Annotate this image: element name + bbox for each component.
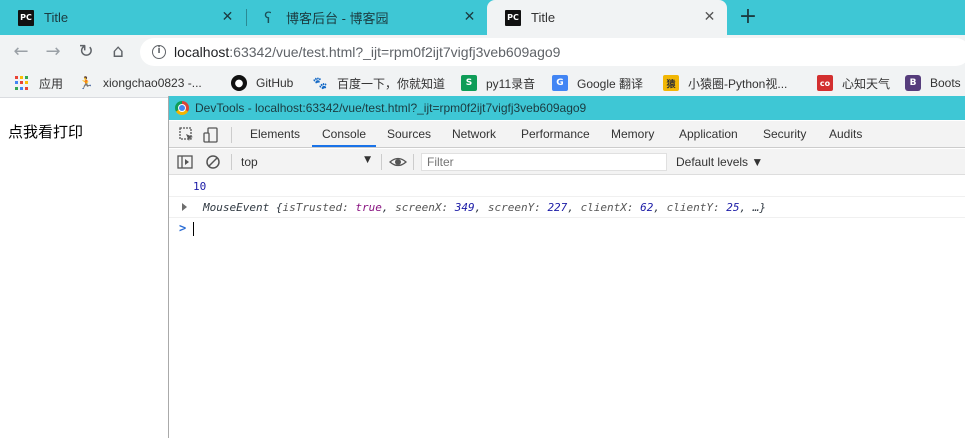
- console-filter-input[interactable]: [421, 153, 667, 171]
- page-clickable-text[interactable]: 点我看打印: [8, 121, 83, 142]
- tab-security[interactable]: Security: [763, 121, 806, 147]
- bookmark-label: 百度一下，你就知道: [337, 76, 446, 91]
- tab-console[interactable]: Console: [312, 121, 377, 147]
- toolbar-divider: [231, 127, 232, 143]
- forward-button[interactable]: →: [43, 42, 63, 62]
- bookmark-item[interactable]: ● GitHub: [231, 74, 293, 92]
- tab-title: Title: [531, 10, 556, 25]
- tab-memory[interactable]: Memory: [611, 121, 654, 147]
- prompt-chevron-icon: >: [179, 221, 187, 235]
- log-value: 10: [193, 180, 207, 193]
- device-toolbar-icon[interactable]: [203, 127, 219, 143]
- cnblogs-icon: ʕ: [264, 8, 272, 27]
- console-log-number: 10: [169, 176, 965, 197]
- bookmark-label: Boots: [930, 76, 961, 90]
- bookmark-item[interactable]: S py11录音: [461, 74, 535, 92]
- url-path: :63342/vue/test.html?_ijt=rpm0f2ijt7vigf…: [229, 44, 561, 60]
- console-toolbar: top ▼ Default levels ▼: [169, 149, 965, 175]
- toolbar-divider: [413, 154, 414, 170]
- prop-clientY: 25: [726, 201, 740, 214]
- back-button[interactable]: ←: [11, 42, 31, 62]
- live-expression-eye-icon[interactable]: [389, 154, 407, 170]
- baidu-icon: 🐾: [312, 76, 328, 90]
- log-levels-dropdown[interactable]: Default levels ▼: [676, 155, 763, 169]
- bookmark-item[interactable]: 🏃 xiongchao0823 -...: [78, 74, 202, 92]
- bookmark-item[interactable]: 🐾 百度一下，你就知道: [312, 74, 446, 92]
- inspect-element-icon[interactable]: [179, 127, 195, 143]
- devtools-titlebar: DevTools - localhost:63342/vue/test.html…: [169, 96, 965, 120]
- info-icon[interactable]: i: [152, 45, 166, 59]
- bookmark-label: GitHub: [256, 76, 294, 90]
- chevron-down-icon: ▼: [364, 155, 371, 165]
- close-tab-icon[interactable]: ✕: [220, 10, 235, 25]
- tab-application[interactable]: Application: [679, 121, 738, 147]
- prop-screenX: 349: [454, 201, 475, 214]
- prop-isTrusted: true: [355, 201, 382, 214]
- bookmark-apps[interactable]: 应用: [14, 74, 63, 92]
- devtools-tabbar: Elements Console Sources Network Perform…: [169, 121, 965, 148]
- bookmark-label: Google 翻译: [577, 76, 644, 91]
- close-tab-icon[interactable]: ✕: [462, 10, 477, 25]
- url-text[interactable]: localhost:63342/vue/test.html?_ijt=rpm0f…: [174, 44, 560, 60]
- browser-toolbar: ← → ↻ ⌂ i localhost:63342/vue/test.html?…: [0, 35, 965, 69]
- bookmark-label: 小猿圈-Python视...: [688, 76, 788, 91]
- object-preview[interactable]: MouseEvent {isTrusted: true, screenX: 34…: [203, 201, 766, 214]
- prop-clientX: 62: [640, 201, 654, 214]
- context-selector[interactable]: top ▼: [241, 155, 371, 171]
- github-icon: ●: [231, 75, 247, 91]
- pycharm-icon: PC: [505, 9, 521, 26]
- translate-icon: G: [552, 75, 568, 91]
- chrome-icon: [175, 101, 189, 115]
- expand-triangle-icon[interactable]: [182, 203, 187, 211]
- text-cursor: [193, 222, 194, 236]
- home-button[interactable]: ⌂: [108, 42, 128, 62]
- toolbar-divider: [381, 154, 382, 170]
- bookmarks-bar: 应用 🏃 xiongchao0823 -... ● GitHub 🐾 百度一下，…: [0, 69, 965, 98]
- close-tab-icon[interactable]: ✕: [702, 10, 717, 25]
- bookmark-item[interactable]: G Google 翻译: [552, 74, 643, 92]
- tab-network[interactable]: Network: [452, 121, 496, 147]
- browser-tab[interactable]: ʕ 博客后台 - 博客园 ✕: [242, 0, 487, 35]
- browser-tab-active[interactable]: PC Title ✕: [487, 0, 727, 35]
- tab-elements[interactable]: Elements: [250, 121, 300, 147]
- tab-audits[interactable]: Audits: [829, 121, 862, 147]
- bookmark-label: xiongchao0823 -...: [103, 76, 202, 90]
- bookmark-item[interactable]: 猿 小猿圈-Python视...: [663, 74, 787, 92]
- prop-screenY: 227: [547, 201, 568, 214]
- user-icon: 🏃: [78, 76, 94, 90]
- apps-grid-icon: [14, 75, 30, 91]
- bookmark-label: 心知天气: [842, 76, 891, 91]
- devtools-title: DevTools - localhost:63342/vue/test.html…: [195, 101, 587, 115]
- tab-sources[interactable]: Sources: [387, 121, 431, 147]
- bookmark-item[interactable]: B Boots: [905, 74, 961, 92]
- console-prompt[interactable]: >: [169, 218, 965, 239]
- object-type: MouseEvent: [203, 201, 270, 214]
- bookmark-label: 应用: [39, 76, 64, 91]
- address-bar[interactable]: i localhost:63342/vue/test.html?_ijt=rpm…: [140, 38, 965, 66]
- url-host: localhost: [174, 44, 230, 60]
- bookmark-label: py11录音: [486, 76, 536, 91]
- show-sidebar-icon[interactable]: [177, 154, 193, 170]
- tab-performance[interactable]: Performance: [521, 121, 590, 147]
- new-tab-button[interactable]: +: [736, 6, 760, 30]
- browser-tab[interactable]: PC Title ✕: [0, 0, 245, 35]
- yuan-icon: 猿: [663, 75, 679, 91]
- tab-strip: PC Title ✕ ʕ 博客后台 - 博客园 ✕ PC Title ✕ +: [0, 0, 965, 35]
- context-value: top: [241, 155, 258, 169]
- bootstrap-icon: B: [905, 75, 921, 91]
- console-log-object[interactable]: MouseEvent {isTrusted: true, screenX: 34…: [169, 197, 965, 218]
- devtools-panel: DevTools - localhost:63342/vue/test.html…: [168, 96, 965, 438]
- tab-title: Title: [44, 10, 69, 25]
- clear-console-icon[interactable]: [205, 154, 221, 170]
- pycharm-icon: PC: [18, 9, 34, 26]
- weather-icon: co: [817, 75, 833, 91]
- tab-title: 博客后台 - 博客园: [286, 11, 389, 26]
- bookmark-item[interactable]: co 心知天气: [817, 74, 890, 92]
- reload-button[interactable]: ↻: [76, 42, 96, 62]
- toolbar-divider: [231, 154, 232, 170]
- sheets-icon: S: [461, 75, 477, 91]
